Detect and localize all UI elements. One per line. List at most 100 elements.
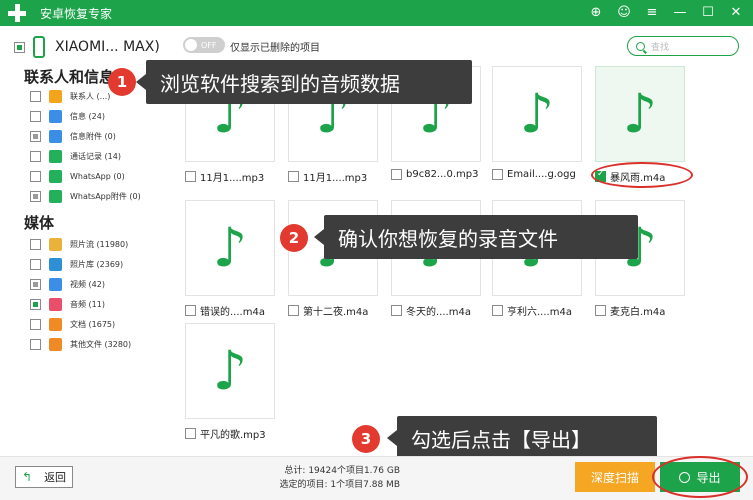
contacts-item-icon — [49, 89, 62, 103]
contacts-item-icon — [49, 149, 62, 163]
contacts-heading: 联系人和信息 — [24, 68, 115, 86]
media-item[interactable]: 视频 (42) — [30, 277, 105, 291]
audio-file-tile[interactable]: ♪ — [185, 323, 275, 419]
media-item[interactable]: 其他文件 (3280) — [30, 337, 131, 351]
file-name: 亨利六....m4a — [507, 307, 572, 318]
file-name: 11月1....mp3 — [200, 173, 265, 184]
audio-file-caption[interactable]: b9c82...0.mp3 — [391, 169, 478, 180]
file-checkbox[interactable] — [185, 171, 196, 182]
audio-file-caption[interactable]: Email....g.ogg — [492, 169, 576, 180]
contacts-item-checkbox[interactable] — [30, 110, 41, 122]
music-note-icon: ♪ — [519, 82, 555, 145]
callout-banner-2: 确认你想恢复的录音文件 — [314, 215, 638, 259]
audio-file-caption[interactable]: 11月1....mp3 — [288, 169, 367, 184]
media-item-checkbox[interactable] — [30, 318, 41, 330]
audio-file-tile[interactable]: ♪ — [595, 66, 685, 162]
menu-icon[interactable]: ≡ — [643, 3, 661, 21]
audio-file-caption[interactable]: 麦克白.m4a — [595, 303, 665, 318]
deleted-only-toggle[interactable]: OFF — [183, 37, 225, 53]
audio-file-caption[interactable]: 错误的....m4a — [185, 303, 265, 318]
contacts-item-checkbox[interactable] — [30, 190, 41, 202]
media-item-checkbox[interactable] — [30, 298, 41, 310]
export-highlight-ring — [652, 456, 748, 498]
deleted-only-label: 仅显示已删除的项目 — [230, 43, 320, 54]
contacts-item-checkbox[interactable] — [30, 170, 41, 182]
contacts-item-icon — [49, 189, 62, 203]
contacts-item-checkbox[interactable] — [30, 130, 41, 142]
contacts-item[interactable]: WhatsApp (0) — [30, 169, 125, 183]
device-checkbox[interactable] — [14, 41, 25, 53]
title-bar: 安卓恢复专家 ⊕ ☺ ≡ — ☐ ✕ — [0, 0, 753, 26]
back-button[interactable]: ↰ 返回 — [15, 466, 73, 488]
file-checkbox[interactable] — [492, 169, 503, 180]
audio-file-caption[interactable]: 第十二夜.m4a — [288, 303, 368, 318]
cart-icon[interactable]: ⊕ — [587, 3, 605, 21]
contacts-item-label: WhatsApp附件 (0) — [70, 191, 141, 201]
file-checkbox[interactable] — [185, 305, 196, 316]
contacts-item[interactable]: WhatsApp附件 (0) — [30, 189, 141, 203]
media-item-checkbox[interactable] — [30, 238, 41, 250]
file-name: b9c82...0.mp3 — [406, 169, 479, 180]
media-item-label: 照片库 (2369) — [70, 259, 124, 269]
media-item[interactable]: 音频 (11) — [30, 297, 105, 311]
total-count: 总计: 19424个项目1.76 GB — [284, 466, 400, 476]
search-input[interactable]: 查找 — [627, 36, 739, 56]
file-checkbox[interactable] — [391, 169, 402, 180]
contacts-item-icon — [49, 129, 62, 143]
file-name: 冬天的....m4a — [406, 307, 471, 318]
contacts-item-label: 通话记录 (14) — [70, 151, 121, 161]
audio-file-caption[interactable]: 11月1....mp3 — [185, 169, 264, 184]
file-name: 11月1....mp3 — [303, 173, 368, 184]
music-note-icon: ♪ — [212, 339, 248, 402]
callout-number-1: 1 — [108, 68, 136, 96]
audio-file-tile[interactable]: ♪ — [185, 200, 275, 296]
file-name: 第十二夜.m4a — [303, 307, 369, 318]
media-item[interactable]: 照片流 (11980) — [30, 237, 128, 251]
callout-banner-3: 勾选后点击【导出】 — [387, 416, 657, 460]
media-item[interactable]: 照片库 (2369) — [30, 257, 123, 271]
selected-file-highlight-ring — [591, 162, 693, 188]
file-checkbox[interactable] — [185, 428, 196, 439]
contacts-item-label: 信息 (24) — [70, 111, 105, 121]
media-item-checkbox[interactable] — [30, 258, 41, 270]
media-item-icon — [49, 297, 62, 311]
media-item-label: 文档 (1675) — [70, 319, 116, 329]
selection-stats: 总计: 19424个项目1.76 GB 选定的项目: 1个项目7.88 MB — [250, 464, 400, 492]
media-item-label: 照片流 (11980) — [70, 239, 129, 249]
contacts-item[interactable]: 信息附件 (0) — [30, 129, 116, 143]
callout-number-2: 2 — [280, 224, 308, 252]
file-name: Email....g.ogg — [507, 169, 576, 180]
audio-file-caption[interactable]: 平凡的歌.mp3 — [185, 426, 266, 441]
maximize-icon[interactable]: ☐ — [699, 3, 717, 21]
selected-count: 选定的项目: 1个项目7.88 MB — [279, 480, 400, 490]
media-item-checkbox[interactable] — [30, 278, 41, 290]
media-item-icon — [49, 337, 62, 351]
audio-file-tile[interactable]: ♪ — [492, 66, 582, 162]
callout-banner-1: 浏览软件搜索到的音频数据 — [136, 60, 472, 104]
contacts-item-checkbox[interactable] — [30, 150, 41, 162]
deep-scan-button[interactable]: 深度扫描 — [575, 462, 655, 492]
phone-icon — [33, 36, 45, 58]
minimize-icon[interactable]: — — [671, 3, 689, 21]
file-checkbox[interactable] — [288, 171, 299, 182]
file-checkbox[interactable] — [288, 305, 299, 316]
contacts-item[interactable]: 通话记录 (14) — [30, 149, 121, 163]
media-item-icon — [49, 277, 62, 291]
contacts-item[interactable]: 信息 (24) — [30, 109, 105, 123]
file-checkbox[interactable] — [391, 305, 402, 316]
feedback-icon[interactable]: ☺ — [615, 3, 633, 21]
file-checkbox[interactable] — [595, 305, 606, 316]
device-row[interactable]: XIAOMI... MAX) — [14, 36, 160, 58]
contacts-item-checkbox[interactable] — [30, 90, 41, 102]
media-item[interactable]: 文档 (1675) — [30, 317, 115, 331]
close-icon[interactable]: ✕ — [727, 3, 745, 21]
audio-file-caption[interactable]: 冬天的....m4a — [391, 303, 471, 318]
contacts-item[interactable]: 联系人 (...) — [30, 89, 110, 103]
audio-file-caption[interactable]: 亨利六....m4a — [492, 303, 572, 318]
contacts-item-label: WhatsApp (0) — [70, 171, 125, 181]
back-arrow-icon: ↰ — [22, 470, 33, 484]
app-title: 安卓恢复专家 — [40, 6, 113, 21]
media-item-checkbox[interactable] — [30, 338, 41, 350]
contacts-item-label: 联系人 (...) — [70, 91, 111, 101]
file-checkbox[interactable] — [492, 305, 503, 316]
